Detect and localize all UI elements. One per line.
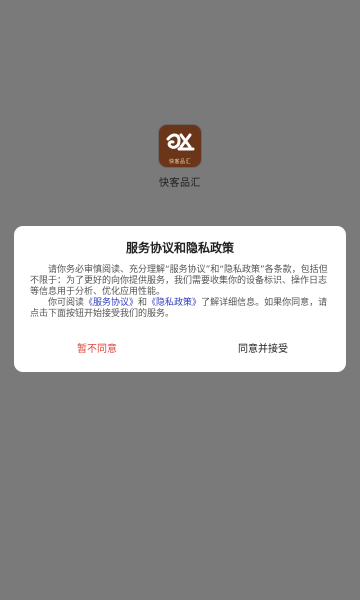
dialog-body: 请你务必审慎阅读、充分理解“服务协议”和“隐私政策”各条款，包括但不限于：为了更… <box>30 265 330 320</box>
decline-button[interactable]: 暂不同意 <box>14 339 180 361</box>
privacy-policy-link[interactable]: 《隐私政策》 <box>147 298 201 308</box>
dialog-button-row: 暂不同意 同意并接受 <box>14 339 346 361</box>
dialog-title: 服务协议和隐私政策 <box>125 241 234 255</box>
accept-button[interactable]: 同意并接受 <box>180 339 346 361</box>
app-logo: 快客品汇 <box>159 125 201 167</box>
service-agreement-link[interactable]: 《服务协议》 <box>84 298 138 308</box>
dialog-paragraph-1: 请你务必审慎阅读、充分理解“服务协议”和“隐私政策”各条款，包括但不限于：为了更… <box>30 265 328 297</box>
paragraph-2-prefix: 你可阅读 <box>48 298 85 308</box>
app-name: 快客品汇 <box>159 178 201 189</box>
privacy-dialog: 服务协议和隐私政策 请你务必审慎阅读、充分理解“服务协议”和“隐私政策”各条款，… <box>14 226 346 372</box>
logo-caption: 快客品汇 <box>168 159 191 165</box>
paragraph-2-and: 和 <box>138 298 148 308</box>
dialog-paragraph-2: 你可阅读《服务协议》和《隐私政策》了解详细信息。如果你同意，请点击下面按钮开始接… <box>30 298 330 320</box>
